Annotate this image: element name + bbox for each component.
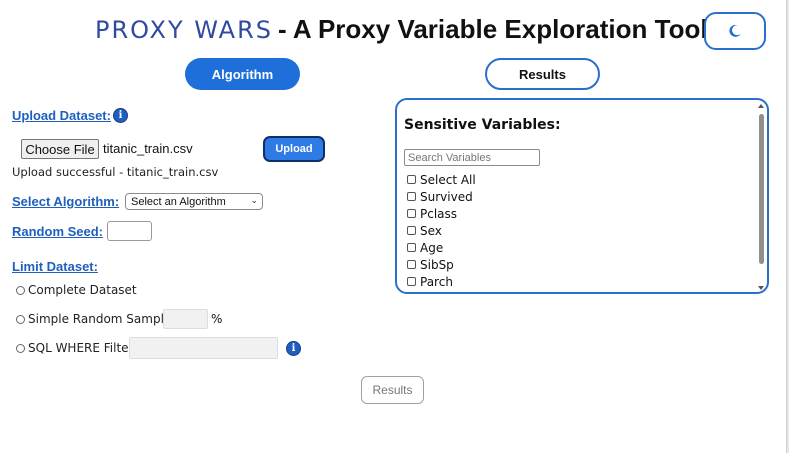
checkbox[interactable] bbox=[407, 243, 416, 252]
radio-label: Simple Random Sample: bbox=[28, 312, 176, 326]
app-logo: PROXY WARS bbox=[95, 16, 273, 44]
checkbox[interactable] bbox=[407, 226, 416, 235]
list-item[interactable]: SibSp bbox=[407, 256, 476, 273]
checkbox[interactable] bbox=[407, 209, 416, 218]
select-algorithm-label[interactable]: Select Algorithm: bbox=[12, 194, 119, 209]
sensitive-variables-panel: Sensitive Variables: Search Variables Se… bbox=[395, 98, 769, 294]
chevron-down-icon: ⌄ bbox=[250, 195, 258, 205]
scrollbar[interactable] bbox=[758, 104, 765, 290]
results-button[interactable]: Results bbox=[361, 376, 424, 404]
random-seed-label[interactable]: Random Seed: bbox=[12, 224, 103, 239]
checkbox[interactable] bbox=[407, 192, 416, 201]
item-label: Survived bbox=[420, 189, 473, 204]
list-item[interactable]: Parch bbox=[407, 273, 476, 290]
radio-button[interactable] bbox=[16, 343, 25, 353]
item-label: Age bbox=[420, 240, 444, 255]
item-label: Pclass bbox=[420, 206, 458, 221]
checkbox[interactable] bbox=[407, 260, 416, 269]
selected-file-name: titanic_train.csv bbox=[103, 141, 193, 156]
random-seed-input[interactable] bbox=[107, 221, 152, 241]
upload-button[interactable]: Upload bbox=[263, 136, 325, 162]
limit-dataset-label[interactable]: Limit Dataset: bbox=[12, 259, 98, 274]
tab-algorithm[interactable]: Algorithm bbox=[185, 58, 300, 90]
upload-dataset-label[interactable]: Upload Dataset: bbox=[12, 108, 111, 123]
scroll-thumb[interactable] bbox=[759, 114, 764, 264]
radio-button[interactable] bbox=[16, 285, 25, 295]
scroll-down-icon[interactable] bbox=[758, 286, 764, 290]
item-label: Parch bbox=[420, 274, 453, 289]
list-item[interactable]: Sex bbox=[407, 222, 476, 239]
variable-list: Select All Survived Pclass Sex Age SibSp… bbox=[407, 171, 476, 290]
checkbox[interactable] bbox=[407, 175, 416, 184]
radio-label: Complete Dataset bbox=[28, 283, 137, 297]
upload-status: Upload successful - titanic_train.csv bbox=[12, 165, 219, 179]
percent-unit: % bbox=[211, 312, 223, 326]
radio-label: SQL WHERE Filter: bbox=[28, 341, 138, 355]
radio-simple-random-sample[interactable]: Simple Random Sample: bbox=[16, 312, 175, 326]
sensitive-variables-title: Sensitive Variables: bbox=[404, 117, 561, 133]
radio-sql-where-filter[interactable]: SQL WHERE Filter: bbox=[16, 341, 137, 355]
list-item[interactable]: Select All bbox=[407, 171, 476, 188]
list-item[interactable]: Survived bbox=[407, 188, 476, 205]
checkbox[interactable] bbox=[407, 277, 416, 286]
item-label: SibSp bbox=[420, 257, 454, 272]
list-item[interactable]: Pclass bbox=[407, 205, 476, 222]
list-item[interactable]: Age bbox=[407, 239, 476, 256]
header: PROXY WARS - A Proxy Variable Exploratio… bbox=[0, 14, 789, 50]
tab-results[interactable]: Results bbox=[485, 58, 600, 90]
search-variables-input[interactable]: Search Variables bbox=[404, 149, 540, 166]
radio-button[interactable] bbox=[16, 314, 25, 324]
info-icon[interactable]: i bbox=[286, 341, 301, 356]
page-title: - A Proxy Variable Exploration Tool bbox=[278, 14, 708, 44]
sql-filter-input[interactable] bbox=[129, 337, 278, 359]
info-icon[interactable]: i bbox=[113, 108, 128, 123]
item-label: Sex bbox=[420, 223, 442, 238]
moon-icon bbox=[729, 24, 741, 37]
theme-toggle-button[interactable] bbox=[704, 12, 766, 50]
algorithm-select[interactable]: Select an Algorithm ⌄ bbox=[125, 193, 263, 210]
item-label: Select All bbox=[420, 172, 476, 187]
algorithm-selected-value: Select an Algorithm bbox=[131, 195, 226, 208]
choose-file-button[interactable]: Choose File bbox=[21, 139, 99, 159]
sample-percent-input[interactable] bbox=[163, 309, 208, 329]
scroll-up-icon[interactable] bbox=[758, 104, 764, 108]
radio-complete-dataset[interactable]: Complete Dataset bbox=[16, 283, 137, 297]
